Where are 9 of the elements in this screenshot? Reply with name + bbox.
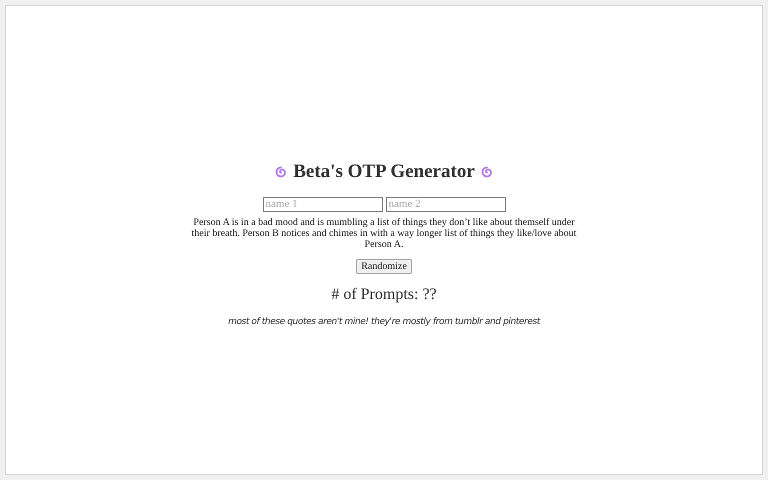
name-field[interactable]: name 1 (262, 196, 382, 212)
prompt-text: Person A is in a bad mood and is mumbling a list of things they don’t like about themself under their breath. Person B notices and chimes in with a way longer list of things they like/love about Person A. (190, 216, 578, 250)
credit-note: most of these quotes aren't mine! they're mostly from tumblr and pinterest (228, 316, 540, 328)
name-field[interactable]: name 2 (386, 196, 506, 212)
prompt-count: # of Prompts: ?? (331, 284, 437, 304)
page-title: Beta's OTP Generator (293, 160, 475, 184)
spiral-icon (275, 166, 288, 178)
spiral-icon (480, 166, 493, 178)
randomize-button[interactable]: Randomize (356, 258, 412, 274)
